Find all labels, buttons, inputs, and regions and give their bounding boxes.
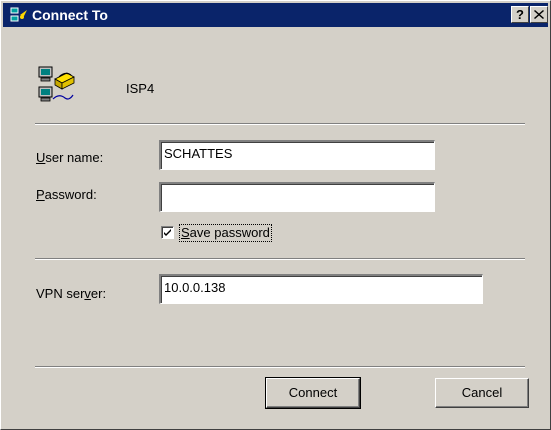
vpn-server-label: VPN server:	[36, 286, 107, 301]
checkmark-icon	[164, 229, 171, 236]
cancel-button[interactable]: Cancel	[435, 378, 529, 408]
window-title: Connect To	[32, 7, 108, 23]
title-bar[interactable]: Connect To ?	[3, 3, 548, 27]
connect-button[interactable]: Connect	[265, 377, 361, 409]
checkbox-box[interactable]	[161, 226, 174, 239]
connection-name: ISP4	[126, 81, 155, 96]
password-field[interactable]	[159, 182, 435, 212]
save-password-label[interactable]: Save password	[179, 224, 272, 242]
close-button[interactable]	[530, 6, 548, 23]
vpn-server-field[interactable]: 10.0.0.138	[159, 274, 483, 304]
network-connection-icon	[10, 7, 27, 22]
divider-bottom	[35, 366, 525, 368]
divider-top	[35, 123, 525, 125]
username-label: User name:	[36, 150, 104, 165]
username-field[interactable]: SCHATTES	[159, 140, 435, 170]
divider-middle	[35, 258, 525, 260]
close-icon	[534, 10, 544, 19]
password-label: Password:	[36, 187, 97, 202]
connect-to-dialog: Connect To ? ISP4 User name: SCHATTES Pa…	[0, 0, 551, 430]
dialup-connection-icon	[38, 66, 75, 102]
help-button[interactable]: ?	[511, 6, 529, 23]
